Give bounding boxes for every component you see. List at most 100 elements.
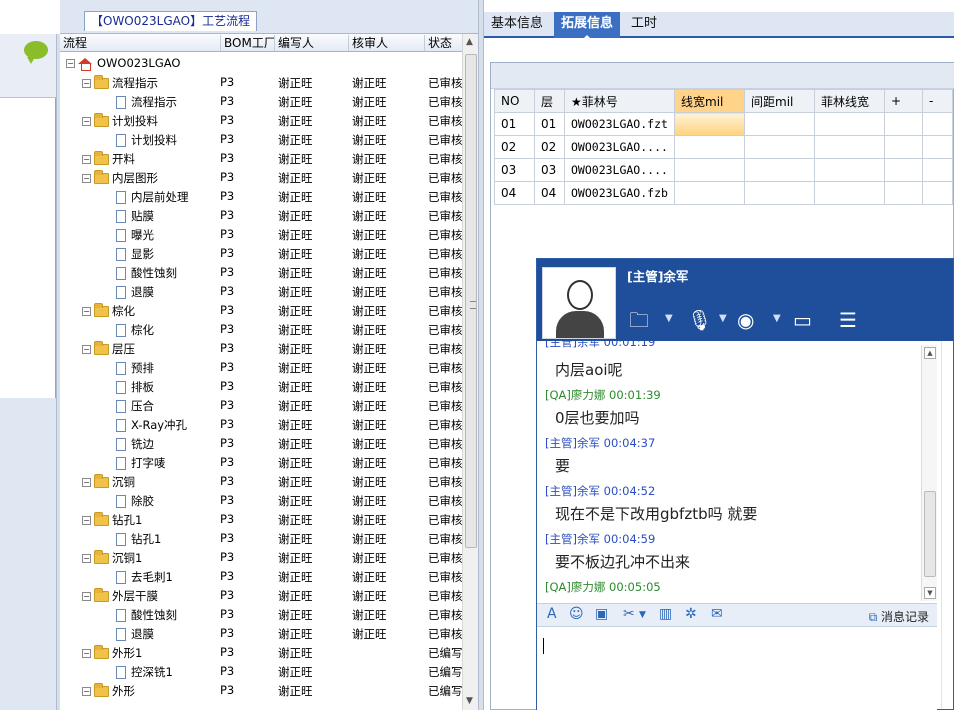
flow-node[interactable]: − 流程指示: [82, 75, 158, 91]
collapse-toggle-icon[interactable]: −: [82, 307, 91, 316]
flow-tree-row[interactable]: 去毛刺1 P3 谢正旺 谢正旺 已审核: [60, 567, 463, 586]
grid-cell-layer[interactable]: 04: [534, 181, 565, 205]
grid-row[interactable]: 03 03 OWO023LGAO....: [494, 158, 953, 182]
tab-basic-info[interactable]: 基本信息: [484, 12, 550, 38]
col-header-status[interactable]: 状态: [424, 35, 452, 51]
flow-node[interactable]: 退膜: [100, 626, 154, 642]
flow-tree-row[interactable]: 内层前处理 P3 谢正旺 谢正旺 已审核: [60, 187, 463, 206]
grid-cell-no[interactable]: 01: [494, 112, 535, 136]
grid-cell-empty[interactable]: [674, 112, 745, 136]
grid-cell-layer[interactable]: 03: [534, 158, 565, 182]
flow-tree-row[interactable]: − 外形1 P3 谢正旺 已编写: [60, 643, 463, 662]
grid-row[interactable]: 01 01 OWO023LGAO.fzt: [494, 112, 953, 136]
flow-node[interactable]: − 棕化: [82, 303, 135, 319]
flow-tree-row[interactable]: 退膜 P3 谢正旺 谢正旺 已审核: [60, 282, 463, 301]
file-transfer-icon[interactable]: 🗀: [629, 307, 649, 333]
collapse-toggle-icon[interactable]: −: [82, 117, 91, 126]
columns-icon[interactable]: ▥: [659, 606, 672, 622]
grid-col-film-no[interactable]: ★菲林号: [564, 89, 675, 113]
col-header-flow[interactable]: 流程: [60, 35, 87, 51]
grid-cell-empty[interactable]: [814, 181, 885, 205]
scroll-down-icon[interactable]: ▼: [924, 587, 936, 599]
flow-tree-row[interactable]: 铣边 P3 谢正旺 谢正旺 已审核: [60, 434, 463, 453]
flow-node[interactable]: 曝光: [100, 227, 154, 243]
flow-node[interactable]: 控深铣1: [100, 664, 173, 680]
grid-cell-film-no[interactable]: OWO023LGAO.fzt: [564, 112, 675, 136]
grid-cell-empty[interactable]: [884, 112, 923, 136]
flow-node[interactable]: − 内层图形: [82, 170, 158, 186]
flow-scrollbar[interactable]: ▲ ▼: [462, 34, 478, 710]
grid-col-line-width[interactable]: 线宽mil: [674, 89, 745, 113]
flow-tree-row[interactable]: − 外形 P3 谢正旺 已编写: [60, 681, 463, 700]
flow-tree-row[interactable]: 计划投料 P3 谢正旺 谢正旺 已审核: [60, 130, 463, 149]
col-header-writer[interactable]: 编写人: [274, 35, 314, 51]
chat-scroll-thumb[interactable]: [924, 491, 936, 577]
grid-cell-empty[interactable]: [744, 158, 815, 182]
grid-cell-no[interactable]: 04: [494, 181, 535, 205]
comment-icon[interactable]: ✉: [711, 606, 723, 622]
collapse-toggle-icon[interactable]: −: [82, 174, 91, 183]
grid-cell-no[interactable]: 02: [494, 135, 535, 159]
flow-tree-row[interactable]: − 钻孔1 P3 谢正旺 谢正旺 已审核: [60, 510, 463, 529]
flow-node[interactable]: 内层前处理: [100, 189, 189, 205]
flow-tree-row[interactable]: 酸性蚀刻 P3 谢正旺 谢正旺 已审核: [60, 263, 463, 282]
flow-node[interactable]: 酸性蚀刻: [100, 607, 177, 623]
flow-node[interactable]: 预排: [100, 360, 154, 376]
flow-tree-row[interactable]: 压合 P3 谢正旺 谢正旺 已审核: [60, 396, 463, 415]
scroll-up-icon[interactable]: ▲: [466, 37, 473, 47]
flow-tree-row[interactable]: 曝光 P3 谢正旺 谢正旺 已审核: [60, 225, 463, 244]
flow-node[interactable]: 去毛刺1: [100, 569, 173, 585]
flow-tree-row[interactable]: − 层压 P3 谢正旺 谢正旺 已审核: [60, 339, 463, 358]
flow-tree-row[interactable]: 棕化 P3 谢正旺 谢正旺 已审核: [60, 320, 463, 339]
flow-node[interactable]: − 计划投料: [82, 113, 158, 129]
grid-cell-empty[interactable]: [674, 181, 745, 205]
grid-cell-empty[interactable]: [674, 135, 745, 159]
grid-cell-film-no[interactable]: OWO023LGAO....: [564, 135, 675, 159]
grid-cell-empty[interactable]: [922, 135, 953, 159]
col-header-reviewer[interactable]: 核审人: [348, 35, 388, 51]
flow-node[interactable]: 除胶: [100, 493, 154, 509]
grid-cell-empty[interactable]: [814, 135, 885, 159]
grid-cell-no[interactable]: 03: [494, 158, 535, 182]
flow-tree-row[interactable]: 排板 P3 谢正旺 谢正旺 已审核: [60, 377, 463, 396]
flow-tree-row[interactable]: − 开料 P3 谢正旺 谢正旺 已审核: [60, 149, 463, 168]
collapse-toggle-icon[interactable]: −: [82, 687, 91, 696]
chevron-down-icon[interactable]: ▼: [719, 313, 727, 324]
image-icon[interactable]: ▣: [595, 606, 608, 622]
flow-node[interactable]: − 钻孔1: [82, 512, 142, 528]
flow-panel-title[interactable]: 【OWO023LGAO】工艺流程: [84, 11, 258, 31]
message-history-button[interactable]: ⧉ 消息记录: [869, 608, 929, 625]
grid-row[interactable]: 04 04 OWO023LGAO.fzb: [494, 181, 953, 205]
tab-work-hours[interactable]: 工时: [624, 12, 664, 38]
flow-tree-row[interactable]: − 计划投料 P3 谢正旺 谢正旺 已审核: [60, 111, 463, 130]
grid-cell-layer[interactable]: 01: [534, 112, 565, 136]
flow-tree-row[interactable]: 除胶 P3 谢正旺 谢正旺 已审核: [60, 491, 463, 510]
grid-cell-layer[interactable]: 02: [534, 135, 565, 159]
flow-tree-row[interactable]: X-Ray冲孔 P3 谢正旺 谢正旺 已审核: [60, 415, 463, 434]
flow-node[interactable]: 计划投料: [100, 132, 177, 148]
chevron-down-icon[interactable]: ▼: [773, 313, 781, 324]
flow-tree-row[interactable]: 打字唛 P3 谢正旺 谢正旺 已审核: [60, 453, 463, 472]
grid-cell-empty[interactable]: [884, 181, 923, 205]
col-header-bom[interactable]: BOM工厂: [220, 35, 276, 51]
flow-tree-row[interactable]: 显影 P3 谢正旺 谢正旺 已审核: [60, 244, 463, 263]
grid-cell-empty[interactable]: [744, 181, 815, 205]
collapse-toggle-icon[interactable]: −: [82, 155, 91, 164]
chevron-down-icon[interactable]: ▼: [639, 610, 646, 620]
flow-tree-row[interactable]: − OWO023LGAO: [60, 54, 462, 73]
flow-node[interactable]: 钻孔1: [100, 531, 161, 547]
grid-cell-empty[interactable]: [922, 181, 953, 205]
flow-tree-row[interactable]: − 棕化 P3 谢正旺 谢正旺 已审核: [60, 301, 463, 320]
flow-tree-row[interactable]: − 外层干膜 P3 谢正旺 谢正旺 已审核: [60, 586, 463, 605]
collapse-toggle-icon[interactable]: −: [82, 345, 91, 354]
grid-cell-empty[interactable]: [814, 158, 885, 182]
flow-tree-row[interactable]: 控深铣1 P3 谢正旺 已编写: [60, 662, 463, 681]
flow-scroll-thumb[interactable]: [465, 54, 477, 548]
grid-cell-empty[interactable]: [884, 158, 923, 182]
flow-tree-row[interactable]: 预排 P3 谢正旺 谢正旺 已审核: [60, 358, 463, 377]
webcam-icon[interactable]: ◉: [737, 307, 754, 333]
grid-cell-film-no[interactable]: OWO023LGAO.fzb: [564, 181, 675, 205]
grid-cell-film-no[interactable]: OWO023LGAO....: [564, 158, 675, 182]
flow-tree-row[interactable]: − 沉铜1 P3 谢正旺 谢正旺 已审核: [60, 548, 463, 567]
star-stamp-icon[interactable]: ✲: [685, 606, 697, 622]
